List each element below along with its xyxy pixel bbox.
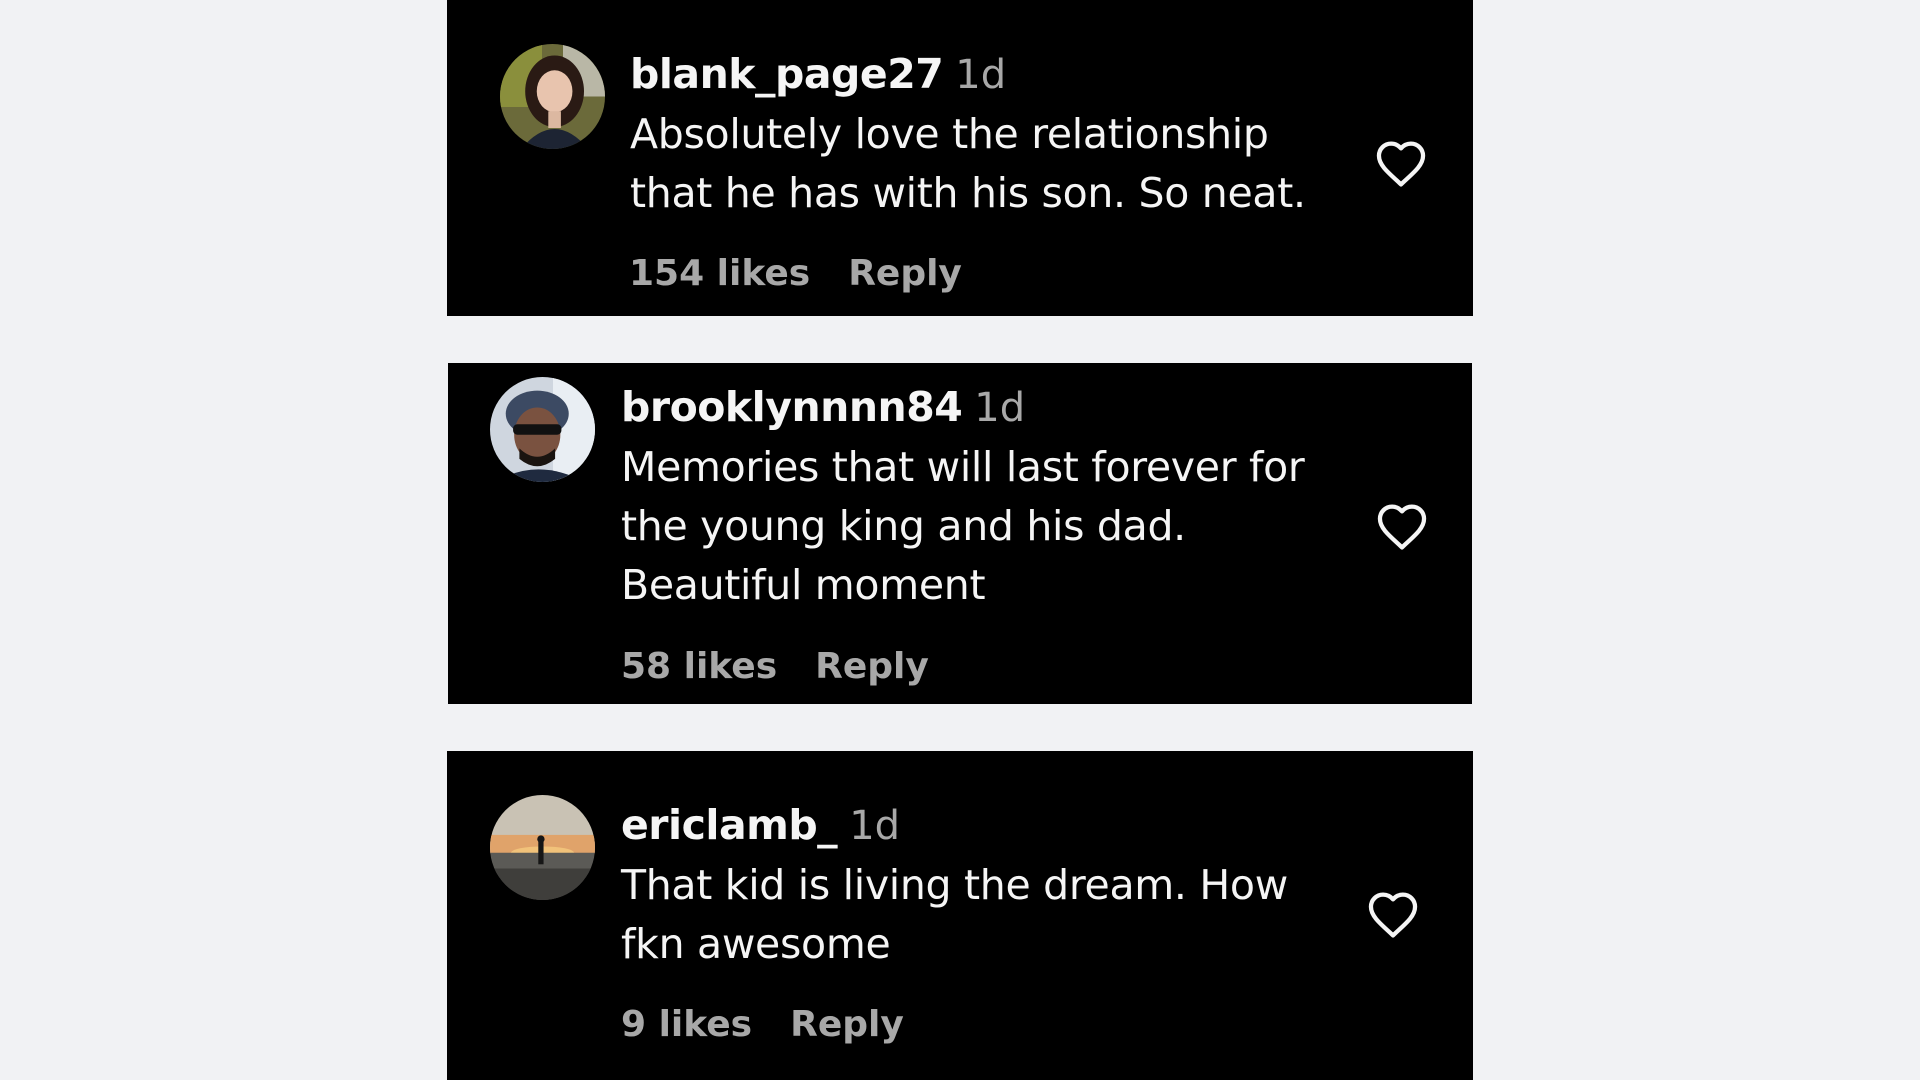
reply-button[interactable]: Reply bbox=[790, 1004, 904, 1045]
comment-text-line: the young king and his dad. bbox=[621, 502, 1186, 550]
avatar-woman-photo-icon bbox=[500, 44, 605, 149]
comment-text: Memories that will last forever for the … bbox=[621, 438, 1305, 615]
likes-count[interactable]: 154 likes bbox=[629, 253, 810, 294]
heart-icon[interactable] bbox=[1375, 501, 1429, 551]
avatar-sunset-beach-photo-icon bbox=[490, 795, 595, 900]
comment-text-line: Absolutely love the relationship bbox=[630, 110, 1269, 158]
heart-icon[interactable] bbox=[1366, 889, 1420, 939]
comment-text-line: Beautiful moment bbox=[621, 561, 986, 609]
comment-card: blank_page27 1d Absolutely love the relat… bbox=[447, 0, 1473, 316]
comment-text-line: That kid is living the dream. How bbox=[621, 861, 1288, 909]
comment-timestamp: 1d bbox=[955, 52, 1007, 98]
comment-username[interactable]: brooklynnnn84 bbox=[621, 383, 963, 431]
comment-text: Absolutely love the relationship that he… bbox=[630, 105, 1306, 223]
avatar-man-sunglasses-photo-icon bbox=[490, 377, 595, 482]
user-avatar[interactable] bbox=[500, 44, 605, 149]
comment-username[interactable]: blank_page27 bbox=[630, 50, 944, 98]
comment-timestamp: 1d bbox=[849, 803, 901, 849]
comment-text: That kid is living the dream. How fkn aw… bbox=[621, 856, 1288, 974]
comment-username[interactable]: ericlamb_ bbox=[621, 801, 838, 849]
comment-timestamp: 1d bbox=[974, 385, 1026, 431]
comment-text-line: that he has with his son. So neat. bbox=[630, 169, 1306, 217]
comment-card: brooklynnnn84 1d Memories that will last … bbox=[448, 363, 1472, 704]
user-avatar[interactable] bbox=[490, 377, 595, 482]
comment-text-line: Memories that will last forever for bbox=[621, 443, 1305, 491]
comment-text-line: fkn awesome bbox=[621, 920, 891, 968]
user-avatar[interactable] bbox=[490, 795, 595, 900]
reply-button[interactable]: Reply bbox=[848, 253, 962, 294]
likes-count[interactable]: 9 likes bbox=[621, 1004, 752, 1045]
likes-count[interactable]: 58 likes bbox=[621, 646, 777, 687]
reply-button[interactable]: Reply bbox=[815, 646, 929, 687]
heart-icon[interactable] bbox=[1374, 138, 1428, 188]
comment-card: ericlamb_ 1d That kid is living the dream… bbox=[447, 751, 1473, 1080]
